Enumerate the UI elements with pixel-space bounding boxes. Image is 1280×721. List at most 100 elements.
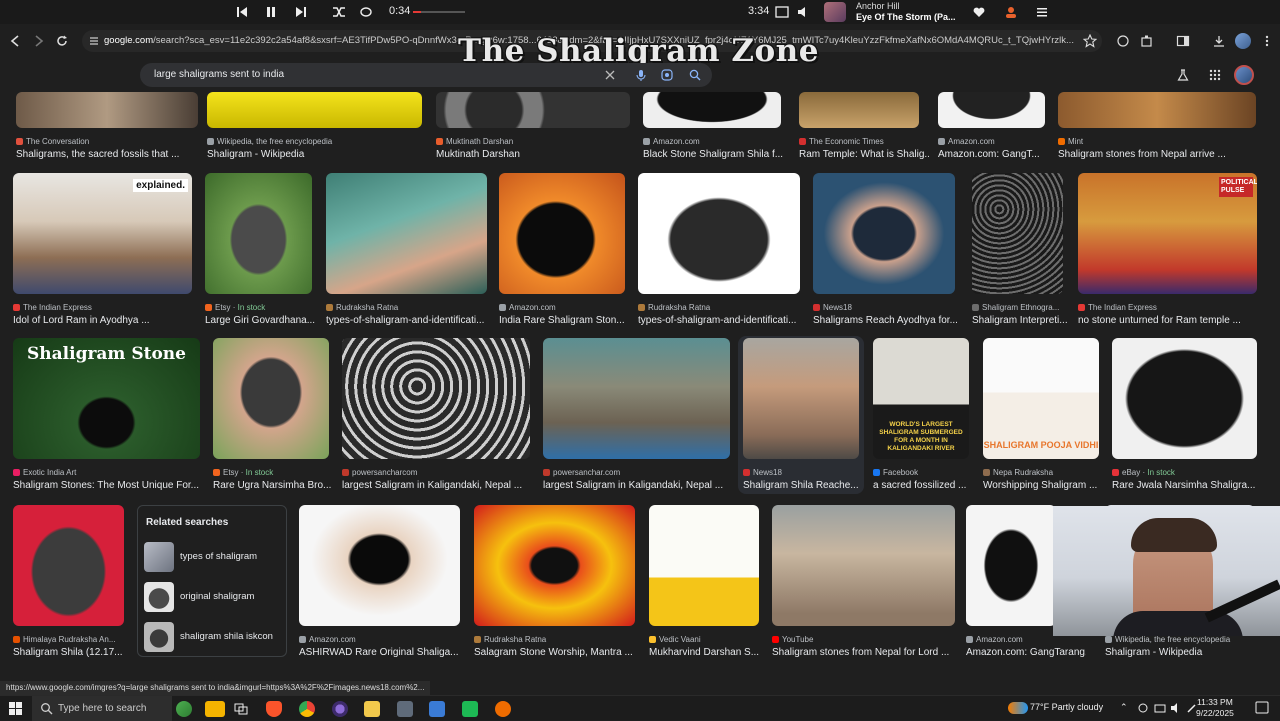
result-thumbnail[interactable] — [649, 505, 759, 626]
result-thumbnail[interactable] — [499, 173, 625, 294]
result-thumbnail[interactable]: POLITICAL PULSE — [1078, 173, 1257, 294]
result-thumbnail[interactable] — [326, 173, 487, 294]
result-thumbnail[interactable]: SHALIGRAM POOJA VIDHI — [983, 338, 1099, 459]
playback-progress[interactable] — [413, 11, 465, 13]
tray-overflow-icon[interactable]: ⌃ — [1120, 702, 1128, 713]
related-search-item[interactable]: original shaligram — [142, 582, 282, 612]
result-source[interactable]: Amazon.com — [499, 303, 625, 312]
result-thumbnail[interactable] — [972, 173, 1063, 294]
shuffle-icon[interactable] — [331, 4, 347, 20]
result-source[interactable]: powersancharcom — [342, 468, 530, 477]
result-caption[interactable]: Shaligram Interpreti... — [972, 315, 1092, 326]
result-caption[interactable]: Shaligram Shila (12.17... — [13, 647, 134, 658]
extension-icon[interactable] — [1116, 34, 1130, 48]
site-info-icon[interactable] — [88, 35, 100, 47]
result-source[interactable]: Etsy · In stock — [205, 303, 315, 312]
microphone-icon[interactable] — [634, 68, 648, 82]
lyrics-icon[interactable] — [358, 4, 374, 20]
taskbar-clock[interactable]: 11:33 PM 9/22/2025 — [1196, 697, 1234, 719]
task-view-icon[interactable] — [233, 701, 249, 717]
result-caption[interactable]: Idol of Lord Ram in Ayodhya ... — [13, 315, 202, 326]
result-source[interactable]: Rudraksha Ratna — [326, 303, 487, 312]
result-thumbnail[interactable] — [638, 173, 800, 294]
taskbar-app-highlight-icon[interactable] — [205, 701, 225, 717]
search-input[interactable]: large shaligrams sent to india — [154, 69, 284, 80]
result-caption[interactable]: no stone unturned for Ram temple ... — [1078, 315, 1267, 326]
result-caption[interactable]: Worshipping Shaligram ... — [983, 480, 1109, 491]
weather-text[interactable]: 77°F Partly cloudy — [1030, 702, 1103, 712]
result-caption[interactable]: Mukharvind Darshan S... — [649, 647, 769, 658]
windows-start-icon[interactable] — [9, 702, 22, 715]
result-caption[interactable]: Shaligrams, the sacred fossils that ... — [16, 149, 208, 160]
result-caption[interactable]: Shaligram stones from Nepal arrive ... — [1058, 149, 1266, 160]
result-source[interactable]: Wikipedia, the free encyclopedia — [1105, 635, 1255, 644]
taskbar-app-editor-icon[interactable] — [429, 701, 445, 717]
result-source[interactable]: Wikipedia, the free encyclopedia — [207, 137, 422, 146]
result-thumbnail[interactable]: explained. — [13, 173, 192, 294]
result-caption[interactable]: types-of-shaligram-and-identificati... — [638, 315, 810, 326]
result-caption[interactable]: Shaligram stones from Nepal for Lord ... — [772, 647, 965, 658]
result-caption[interactable]: Amazon.com: GangT... — [938, 149, 1058, 160]
result-source[interactable]: Rudraksha Ratna — [474, 635, 635, 644]
network-icon[interactable] — [1154, 702, 1166, 714]
result-source[interactable]: The Economic Times — [799, 137, 919, 146]
result-thumbnail[interactable] — [743, 338, 859, 459]
result-source[interactable]: Rudraksha Ratna — [638, 303, 800, 312]
result-source[interactable]: eBay · In stock — [1112, 468, 1257, 477]
brave-browser-icon[interactable] — [266, 701, 282, 717]
search-icon[interactable] — [688, 68, 702, 82]
result-source[interactable]: Amazon.com — [299, 635, 460, 644]
pause-icon[interactable] — [263, 4, 279, 20]
result-thumbnail[interactable] — [16, 92, 198, 128]
result-thumbnail[interactable] — [436, 92, 630, 128]
result-caption[interactable]: Rare Jwala Narsimha Shaligra... — [1112, 480, 1267, 491]
result-source[interactable]: Muktinath Darshan — [436, 137, 630, 146]
result-thumbnail[interactable] — [543, 338, 730, 459]
result-source[interactable]: Mint — [1058, 137, 1256, 146]
notifications-icon[interactable] — [1255, 701, 1269, 714]
result-source[interactable]: The Conversation — [16, 137, 198, 146]
result-source[interactable]: The Indian Express — [1078, 303, 1257, 312]
side-panel-icon[interactable] — [1176, 34, 1190, 48]
heart-icon[interactable] — [971, 4, 987, 20]
result-caption[interactable]: Salagram Stone Worship, Mantra ... — [474, 647, 645, 658]
result-source[interactable]: Nepa Rudraksha — [983, 468, 1099, 477]
result-thumbnail[interactable] — [1058, 92, 1256, 128]
result-caption[interactable]: Shaligram - Wikipedia — [207, 149, 432, 160]
result-thumbnail[interactable] — [13, 505, 124, 626]
taskbar-app-media-icon[interactable] — [495, 701, 511, 717]
result-caption[interactable]: Ram Temple: What is Shalig... — [799, 149, 929, 160]
result-thumbnail[interactable] — [207, 92, 422, 128]
next-track-icon[interactable] — [293, 4, 309, 20]
result-caption[interactable]: Shaligrams Reach Ayodhya for... — [813, 315, 965, 326]
obs-icon[interactable] — [332, 701, 348, 717]
google-account-avatar[interactable] — [1234, 65, 1254, 85]
taskbar-app-globe-icon[interactable] — [176, 701, 192, 717]
result-source[interactable]: Exotic India Art — [13, 468, 200, 477]
result-thumbnail[interactable] — [299, 505, 460, 626]
speaker-icon[interactable] — [1170, 702, 1182, 714]
taskbar-app-music-icon[interactable] — [462, 701, 478, 717]
result-thumbnail[interactable] — [342, 338, 530, 459]
result-caption[interactable]: largest Saligram in Kaligandaki, Nepal .… — [543, 480, 740, 491]
result-thumbnail[interactable]: Shaligram Stone — [13, 338, 200, 459]
related-search-item[interactable]: types of shaligram — [142, 542, 282, 572]
result-source[interactable]: News18 — [743, 468, 859, 477]
result-source[interactable]: Etsy · In stock — [213, 468, 329, 477]
tray-app-icon[interactable] — [1137, 702, 1149, 714]
result-source[interactable]: Amazon.com — [643, 137, 781, 146]
result-caption[interactable]: Muktinath Darshan — [436, 149, 640, 160]
result-thumbnail[interactable] — [938, 92, 1045, 128]
artist-icon[interactable] — [1003, 4, 1019, 20]
result-thumbnail[interactable] — [643, 92, 781, 128]
result-thumbnail[interactable] — [966, 505, 1056, 626]
browser-menu-icon[interactable] — [1260, 34, 1274, 48]
result-thumbnail[interactable] — [799, 92, 919, 128]
result-caption[interactable]: largest Saligram in Kaligandaki, Nepal .… — [342, 480, 540, 491]
file-explorer-icon[interactable] — [364, 701, 380, 717]
result-caption[interactable]: ASHIRWAD Rare Original Shaliga... — [299, 647, 470, 658]
result-source[interactable]: Himalaya Rudraksha An... — [13, 635, 124, 644]
result-source[interactable]: powersanchar.com — [543, 468, 730, 477]
result-caption[interactable]: a sacred fossilized ... — [873, 480, 993, 491]
result-caption[interactable]: Black Stone Shaligram Shila f... — [643, 149, 791, 160]
